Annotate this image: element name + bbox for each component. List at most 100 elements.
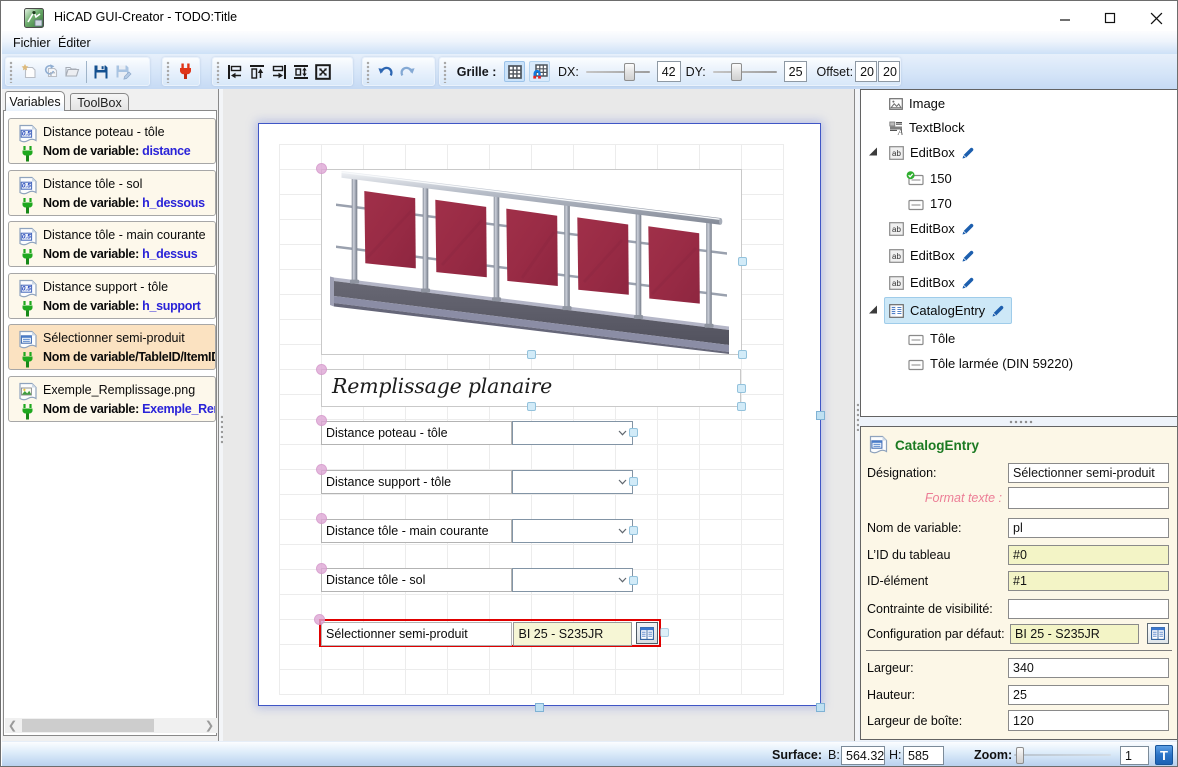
tab-variables[interactable]: Variables <box>5 91 65 111</box>
toolbar-grip[interactable] <box>366 60 370 83</box>
close-button[interactable] <box>1139 4 1173 32</box>
resize-handle[interactable] <box>315 513 327 524</box>
new-file-button[interactable] <box>17 60 39 84</box>
resize-handle[interactable] <box>660 628 669 637</box>
prop-input-defaultconfig[interactable]: BI 25 - S235JR <box>1010 623 1139 644</box>
page-resize-handle[interactable] <box>535 702 544 712</box>
page-resize-handle[interactable] <box>816 411 825 420</box>
designer-page[interactable]: Remplissage planaire Distance poteau - t… <box>258 123 825 712</box>
prop-input-format[interactable] <box>1008 487 1169 509</box>
variable-item[interactable]: 0.5 Distance support - tôle Nom de varia… <box>8 272 216 319</box>
variable-item[interactable]: 0.5 Distance tôle - sol Nom de variable:… <box>8 169 216 216</box>
prop-input-elementid[interactable]: #1 <box>1008 571 1169 591</box>
text-mode-button[interactable]: T <box>1155 745 1173 765</box>
variable-item[interactable]: 0.5 Distance tôle - main courante Nom de… <box>8 221 216 267</box>
save-button[interactable] <box>90 60 112 84</box>
dx-slider-thumb[interactable] <box>623 62 635 81</box>
textblock-element[interactable]: Remplissage planaire <box>321 369 741 407</box>
tree-item-editbox[interactable]: ab EditBox <box>862 140 1162 165</box>
scrollbar-thumb[interactable] <box>22 719 154 732</box>
resize-handle[interactable] <box>628 575 638 585</box>
surface-height-input[interactable]: 585 <box>903 746 944 765</box>
resize-handle[interactable] <box>315 464 327 475</box>
align-height-button[interactable] <box>290 60 312 84</box>
dx-slider[interactable] <box>585 60 650 84</box>
resize-handle[interactable] <box>315 363 327 375</box>
catalog-browse-button[interactable] <box>635 622 658 644</box>
menu-fichier[interactable]: Fichier <box>10 35 54 52</box>
prop-input-tableid[interactable]: #0 <box>1008 545 1169 565</box>
resize-handle[interactable] <box>526 402 536 411</box>
pencil-icon[interactable] <box>961 222 975 236</box>
undo-button[interactable] <box>374 60 396 84</box>
resize-handle[interactable] <box>628 477 638 486</box>
page-resize-handle[interactable] <box>816 702 825 712</box>
align-left-button[interactable] <box>224 60 246 84</box>
defaultconfig-browse-button[interactable] <box>1147 623 1169 644</box>
save-as-button[interactable] <box>112 60 134 84</box>
horizontal-splitter[interactable] <box>859 417 1177 426</box>
tree-item-editbox[interactable]: ab EditBox <box>862 270 1162 295</box>
grid-toggle-button[interactable] <box>504 61 526 82</box>
toolbar-grip[interactable] <box>443 60 447 83</box>
expander-icon[interactable] <box>869 305 878 314</box>
prop-input-designation[interactable]: Sélectionner semi-produit <box>1008 462 1169 483</box>
prop-input-width[interactable]: 340 <box>1008 657 1169 678</box>
tree-item-catalogentry[interactable]: CatalogEntry <box>862 297 1162 324</box>
tree-item-170[interactable]: 170 <box>862 191 1162 216</box>
variable-item[interactable]: 0.5 Distance poteau - tôle Nom de variab… <box>8 118 216 164</box>
maximize-button[interactable] <box>1093 4 1127 32</box>
resize-handle[interactable] <box>736 402 746 411</box>
reload-file-button[interactable] <box>39 60 61 84</box>
row-combobox[interactable] <box>512 568 633 592</box>
align-right-button[interactable] <box>268 60 290 84</box>
resize-handle[interactable] <box>315 562 327 574</box>
resize-handle[interactable] <box>628 428 638 437</box>
tree-item-textblock[interactable]: A TextBlock <box>862 115 1162 140</box>
resize-handle[interactable] <box>527 350 536 359</box>
pencil-icon[interactable] <box>961 249 975 263</box>
tree-item-tole-larmee[interactable]: Tôle larmée (DIN 59220) <box>862 351 1162 376</box>
catalog-value-field[interactable]: BI 25 - S235JR <box>512 621 632 646</box>
pencil-icon[interactable] <box>991 304 1005 318</box>
resize-handle[interactable] <box>315 415 327 426</box>
fit-frame-button[interactable] <box>312 60 334 84</box>
anchor-plug-button[interactable] <box>174 60 196 84</box>
tab-toolbox[interactable]: ToolBox <box>70 93 129 111</box>
offset-y-input[interactable]: 20 <box>878 61 901 82</box>
resize-handle[interactable] <box>737 257 747 266</box>
tree-item-150[interactable]: 150 <box>862 166 1162 191</box>
zoom-slider-thumb[interactable] <box>1016 747 1024 764</box>
menu-editer[interactable]: Éditer <box>55 35 94 52</box>
toolbar-grip[interactable] <box>9 60 13 83</box>
align-top-button[interactable] <box>246 60 268 84</box>
zoom-slider[interactable] <box>1014 743 1111 766</box>
minimize-button[interactable] <box>1048 4 1082 32</box>
tree-item-editbox[interactable]: ab EditBox <box>862 216 1162 241</box>
designer-canvas[interactable]: Remplissage planaire Distance poteau - t… <box>223 89 854 741</box>
resize-handle[interactable] <box>628 526 638 535</box>
prop-input-varname[interactable]: pl <box>1008 517 1169 538</box>
dy-slider-thumb[interactable] <box>730 62 742 81</box>
open-folder-button[interactable] <box>61 60 83 84</box>
resize-handle[interactable] <box>736 383 746 393</box>
dy-slider[interactable] <box>712 60 777 84</box>
variable-item[interactable]: Exemple_Remplissage.png Nom de variable:… <box>8 375 216 422</box>
tree-item-editbox[interactable]: ab EditBox <box>862 243 1162 268</box>
tree-item-tole[interactable]: Tôle <box>862 326 1162 351</box>
expander-icon[interactable] <box>869 147 878 156</box>
dx-input[interactable]: 42 <box>656 61 681 82</box>
prop-input-height[interactable]: 25 <box>1008 685 1169 705</box>
toolbar-grip[interactable] <box>216 60 220 83</box>
image-element[interactable] <box>321 168 742 355</box>
resize-handle[interactable] <box>737 350 747 359</box>
resize-handle[interactable] <box>315 163 327 174</box>
row-combobox[interactable] <box>512 518 633 543</box>
surface-width-input[interactable]: 564.32 <box>841 746 885 765</box>
tree-item-image[interactable]: Image <box>862 91 1162 116</box>
grid-snap-button[interactable] <box>529 61 550 82</box>
scroll-right-arrow[interactable]: ❯ <box>202 718 217 733</box>
splitter-grip[interactable] <box>1009 420 1033 424</box>
redo-button[interactable] <box>396 60 418 84</box>
row-combobox[interactable] <box>512 469 633 494</box>
